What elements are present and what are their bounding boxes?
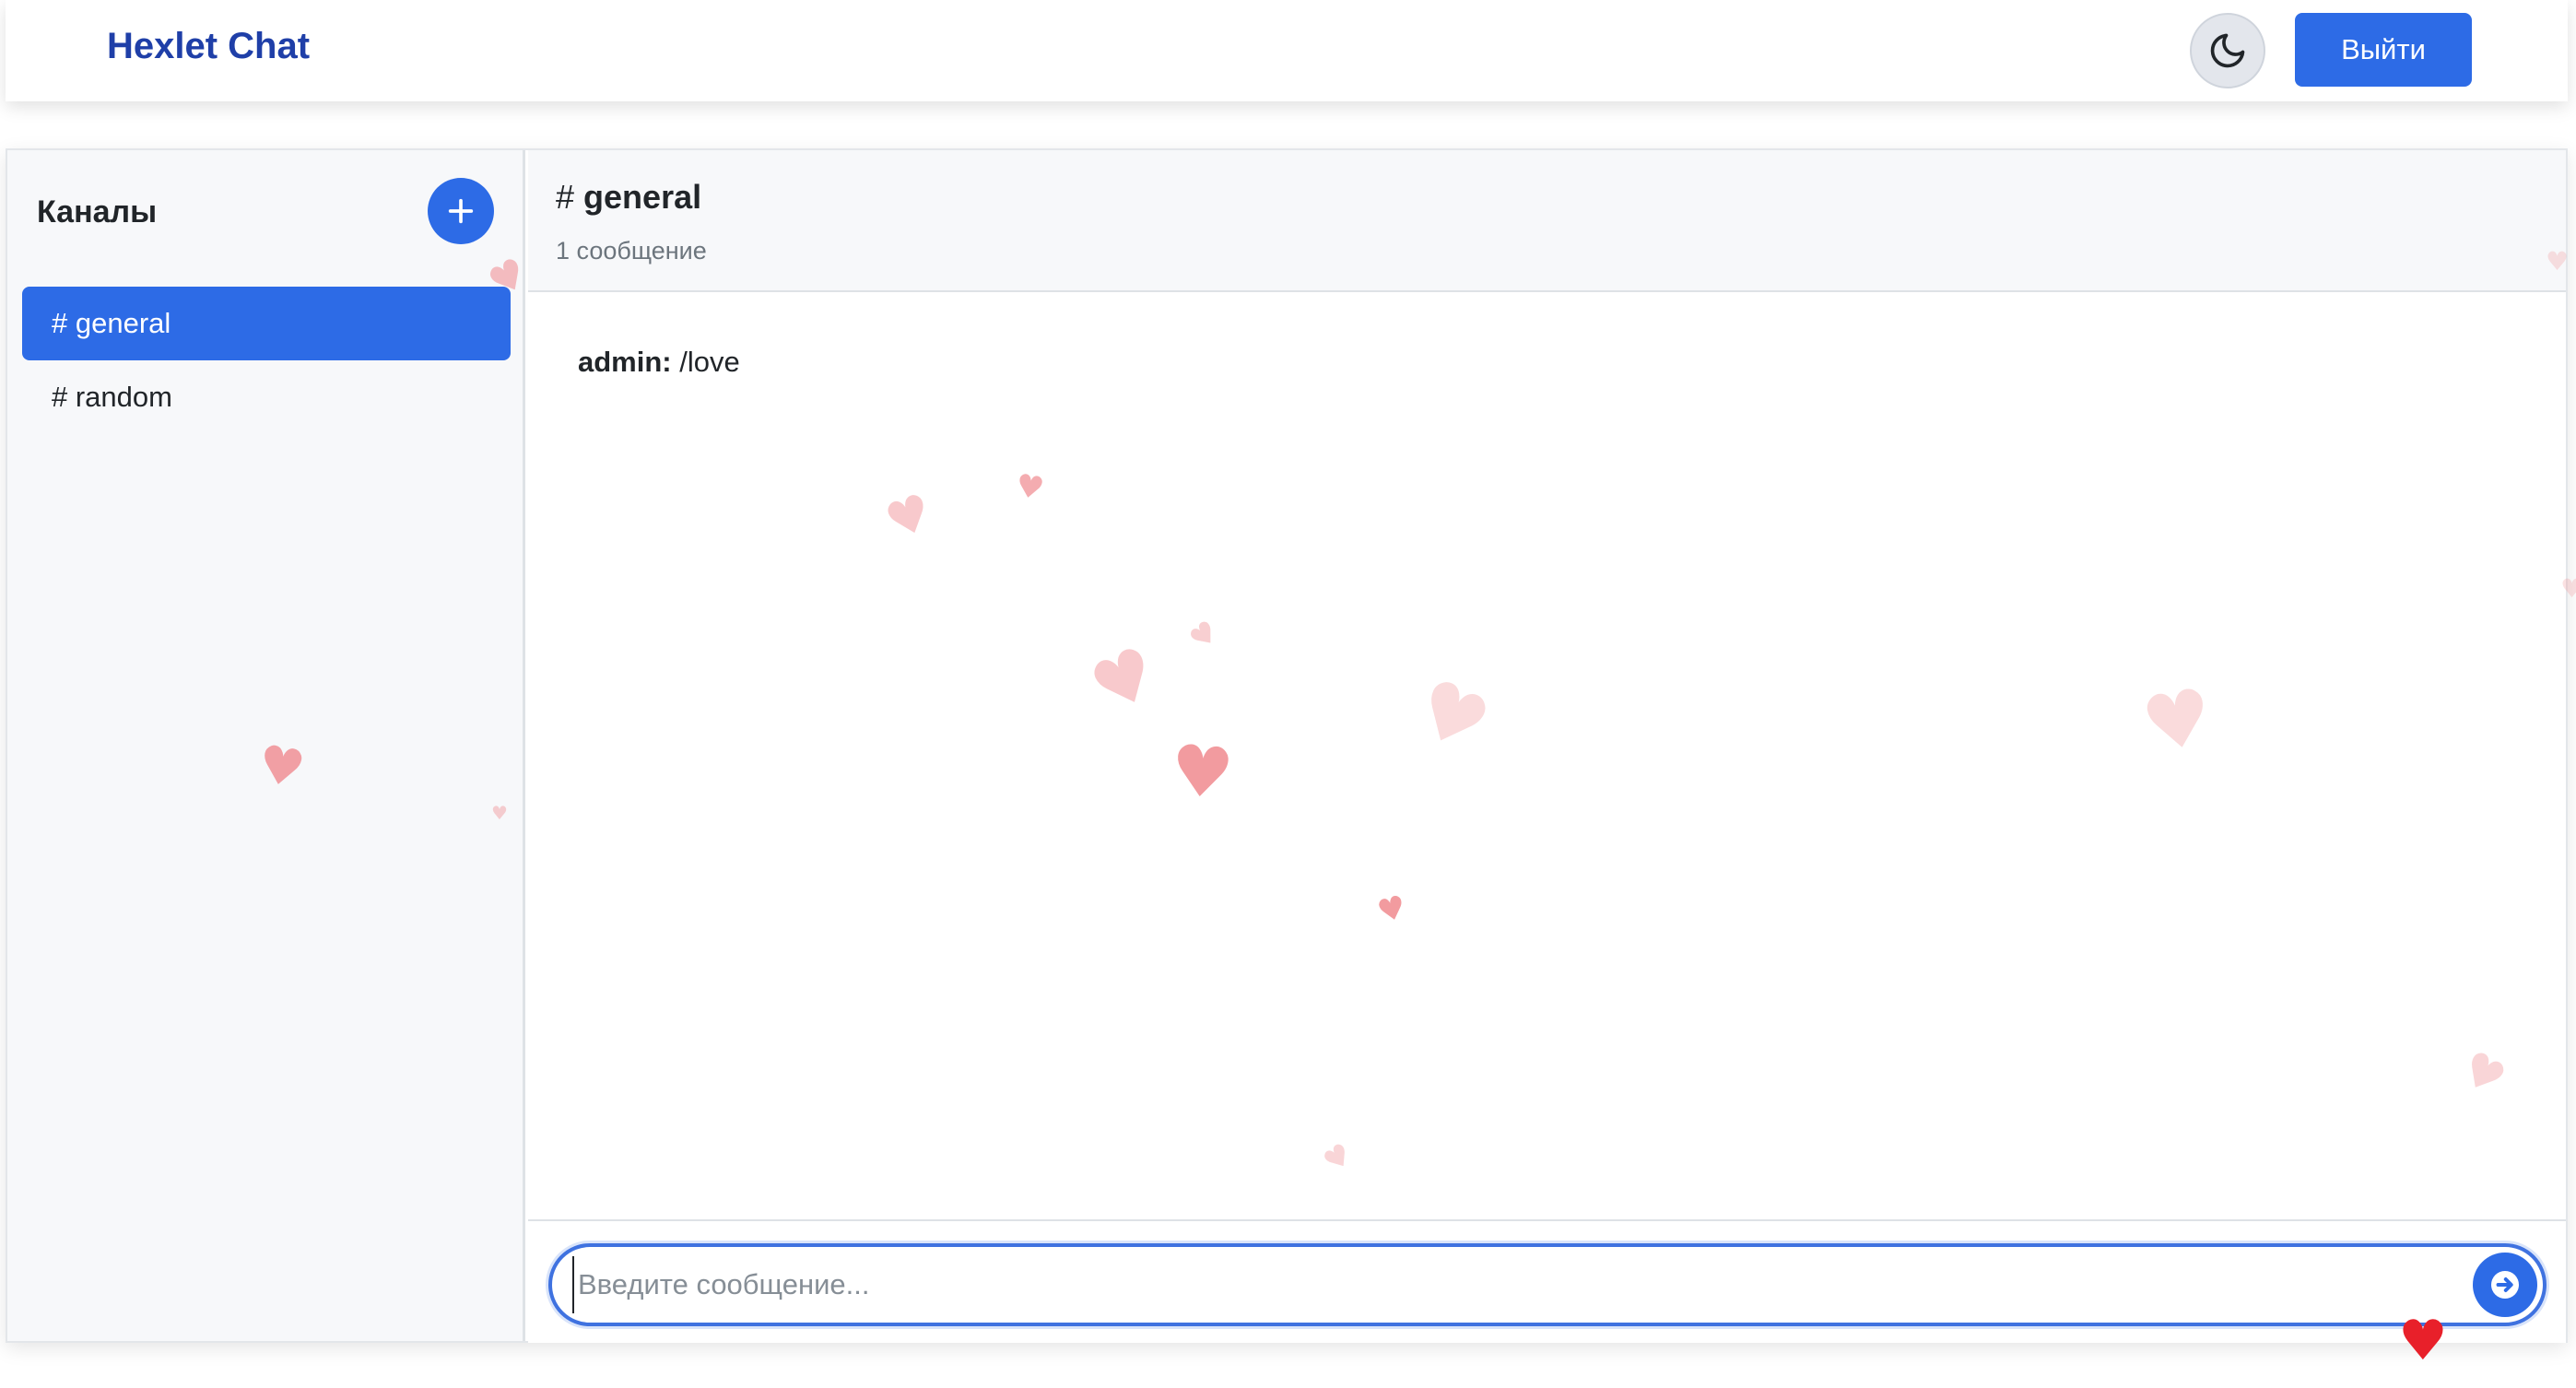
- channels-sidebar: Каналы # general # random: [7, 150, 525, 1341]
- channel-item-random[interactable]: # random: [22, 360, 511, 434]
- channel-title: # general: [556, 178, 701, 217]
- message-composer: [528, 1219, 2566, 1343]
- messages-box: [528, 294, 2566, 1367]
- chat-header: # general 1 сообщение: [528, 150, 2566, 292]
- navbar: Hexlet Chat Выйти: [6, 0, 2568, 101]
- channel-title-prefix: #: [556, 178, 575, 216]
- logout-button[interactable]: Выйти: [2295, 13, 2472, 87]
- add-channel-button[interactable]: [428, 178, 494, 244]
- message-input[interactable]: [572, 1256, 2452, 1313]
- sidebar-title: Каналы: [37, 194, 158, 229]
- message-input-wrapper: [548, 1243, 2547, 1326]
- message-count: 1 сообщение: [556, 237, 707, 265]
- chat-card: Каналы # general # random # general 1 со…: [6, 148, 2568, 1343]
- message-text: /love: [671, 346, 740, 378]
- brand-link[interactable]: Hexlet Chat: [107, 26, 310, 67]
- chat-panel: # general 1 сообщение admin: /love: [528, 150, 2566, 1343]
- channel-item-general[interactable]: # general: [22, 287, 511, 360]
- theme-toggle-button[interactable]: [2190, 13, 2265, 88]
- moon-icon: [2210, 33, 2245, 68]
- arrow-right-circle-icon: [2491, 1271, 2519, 1299]
- channel-title-name: general: [583, 178, 702, 216]
- message-item: admin: /love: [578, 346, 740, 379]
- plus-icon: [448, 198, 474, 224]
- message-author: admin:: [578, 346, 672, 378]
- send-button[interactable]: [2473, 1253, 2537, 1317]
